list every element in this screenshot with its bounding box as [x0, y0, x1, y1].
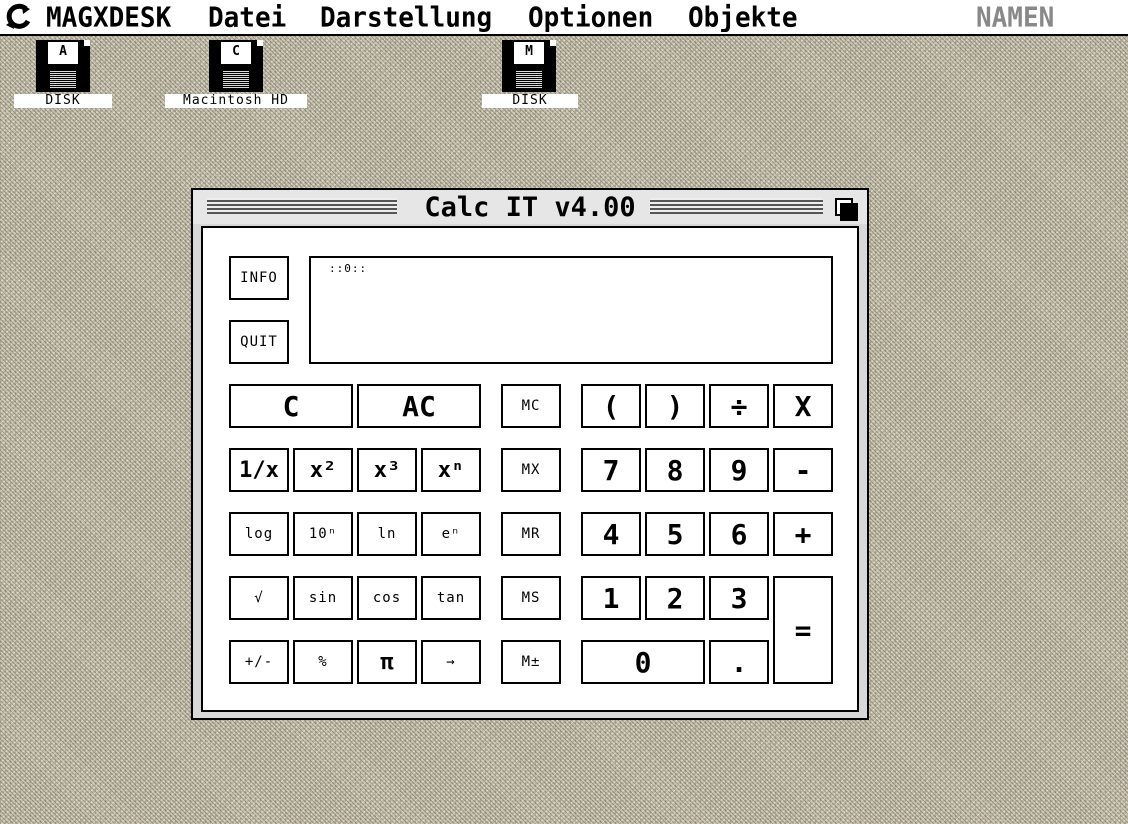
right-paren-button[interactable]: ) [645, 384, 705, 428]
system-menu-icon[interactable] [4, 3, 32, 31]
arrow-button[interactable]: → [421, 640, 481, 684]
digit-3-button[interactable]: 3 [709, 576, 769, 620]
window-title: Calc IT v4.00 [410, 192, 650, 223]
digit-6-button[interactable]: 6 [709, 512, 769, 556]
digit-5-button[interactable]: 5 [645, 512, 705, 556]
ten-power-button[interactable]: 10ⁿ [293, 512, 353, 556]
menu-optionen[interactable]: Optionen [528, 1, 653, 35]
digit-0-button[interactable]: 0 [581, 640, 705, 684]
digit-1-button[interactable]: 1 [581, 576, 641, 620]
floppy-icon: C [209, 40, 263, 92]
clear-button[interactable]: C [229, 384, 353, 428]
drive-letter: A [48, 42, 78, 64]
icon-label: DISK [482, 94, 578, 108]
divide-button[interactable]: ÷ [709, 384, 769, 428]
e-power-button[interactable]: eⁿ [421, 512, 481, 556]
sqrt-button[interactable]: √ [229, 576, 289, 620]
decimal-button[interactable]: . [709, 640, 769, 684]
memory-clear-button[interactable]: MC [501, 384, 561, 428]
cube-button[interactable]: x³ [357, 448, 417, 492]
icon-label: DISK [14, 94, 112, 108]
memory-store-button[interactable]: MS [501, 576, 561, 620]
icon-label: Macintosh HD [165, 94, 307, 108]
all-clear-button[interactable]: AC [357, 384, 481, 428]
pi-button[interactable]: π [357, 640, 417, 684]
menu-app[interactable]: MAGXDESK [46, 1, 171, 35]
cos-button[interactable]: cos [357, 576, 417, 620]
digit-4-button[interactable]: 4 [581, 512, 641, 556]
log-button[interactable]: log [229, 512, 289, 556]
ln-button[interactable]: ln [357, 512, 417, 556]
floppy-icon: A [36, 40, 90, 92]
percent-button[interactable]: % [293, 640, 353, 684]
menu-bar: MAGXDESK Datei Darstellung Optionen Obje… [0, 0, 1128, 36]
digit-9-button[interactable]: 9 [709, 448, 769, 492]
calc-display: ::0:: [309, 256, 833, 364]
calc-window: Calc IT v4.00 INFO QUIT ::0:: C AC MC ( … [191, 188, 869, 720]
reciprocal-button[interactable]: 1/x [229, 448, 289, 492]
window-fuller-icon[interactable] [833, 196, 858, 221]
multiply-button[interactable]: X [773, 384, 833, 428]
menu-darstellung[interactable]: Darstellung [320, 1, 492, 35]
memory-recall-button[interactable]: MR [501, 512, 561, 556]
digit-2-button[interactable]: 2 [645, 576, 705, 620]
memory-plus-minus-button[interactable]: M± [501, 640, 561, 684]
digit-7-button[interactable]: 7 [581, 448, 641, 492]
window-titlebar[interactable]: Calc IT v4.00 [193, 190, 867, 224]
left-paren-button[interactable]: ( [581, 384, 641, 428]
memory-exchange-button[interactable]: MX [501, 448, 561, 492]
menu-namen[interactable]: NAMEN [976, 1, 1054, 35]
drive-letter: M [514, 42, 544, 64]
quit-button[interactable]: QUIT [229, 320, 289, 364]
info-button[interactable]: INFO [229, 256, 289, 300]
floppy-icon: M [502, 40, 556, 92]
minus-button[interactable]: - [773, 448, 833, 492]
menu-datei[interactable]: Datei [208, 1, 286, 35]
square-button[interactable]: x² [293, 448, 353, 492]
equals-button[interactable]: = [773, 576, 833, 684]
power-button[interactable]: xⁿ [421, 448, 481, 492]
sin-button[interactable]: sin [293, 576, 353, 620]
negate-button[interactable]: +/- [229, 640, 289, 684]
tan-button[interactable]: tan [421, 576, 481, 620]
menu-objekte[interactable]: Objekte [688, 1, 798, 35]
digit-8-button[interactable]: 8 [645, 448, 705, 492]
drive-letter: C [221, 42, 251, 64]
calc-content: INFO QUIT ::0:: C AC MC ( ) ÷ X 1/x x² x… [201, 226, 859, 712]
plus-button[interactable]: + [773, 512, 833, 556]
